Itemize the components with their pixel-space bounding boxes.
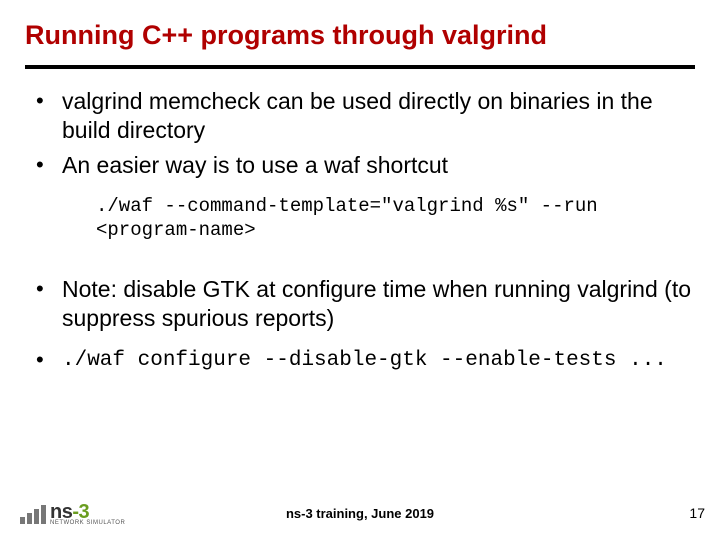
bullet-item: valgrind memcheck can be used directly o… xyxy=(28,87,692,145)
page-number: 17 xyxy=(689,505,705,521)
slide-title: Running C++ programs through valgrind xyxy=(25,20,695,51)
footer-text: ns-3 training, June 2019 xyxy=(0,506,720,521)
slide: Running C++ programs through valgrind va… xyxy=(0,0,720,540)
bullet-item: Note: disable GTK at configure time when… xyxy=(28,275,692,333)
code-block: ./waf --command-template="valgrind %s" -… xyxy=(28,185,692,259)
code-inline: ./waf configure --disable-gtk --enable-t… xyxy=(62,349,667,372)
slide-content: valgrind memcheck can be used directly o… xyxy=(0,69,720,375)
code-line: <program-name> xyxy=(96,219,692,243)
bullet-list: valgrind memcheck can be used directly o… xyxy=(28,87,692,179)
bullet-code: ./waf configure --disable-gtk --enable-t… xyxy=(28,346,692,374)
code-line: ./waf --command-template="valgrind %s" -… xyxy=(96,195,692,219)
title-wrap: Running C++ programs through valgrind xyxy=(0,0,720,59)
bullet-item: An easier way is to use a waf shortcut xyxy=(28,151,692,180)
bullet-list: Note: disable GTK at configure time when… xyxy=(28,275,692,333)
